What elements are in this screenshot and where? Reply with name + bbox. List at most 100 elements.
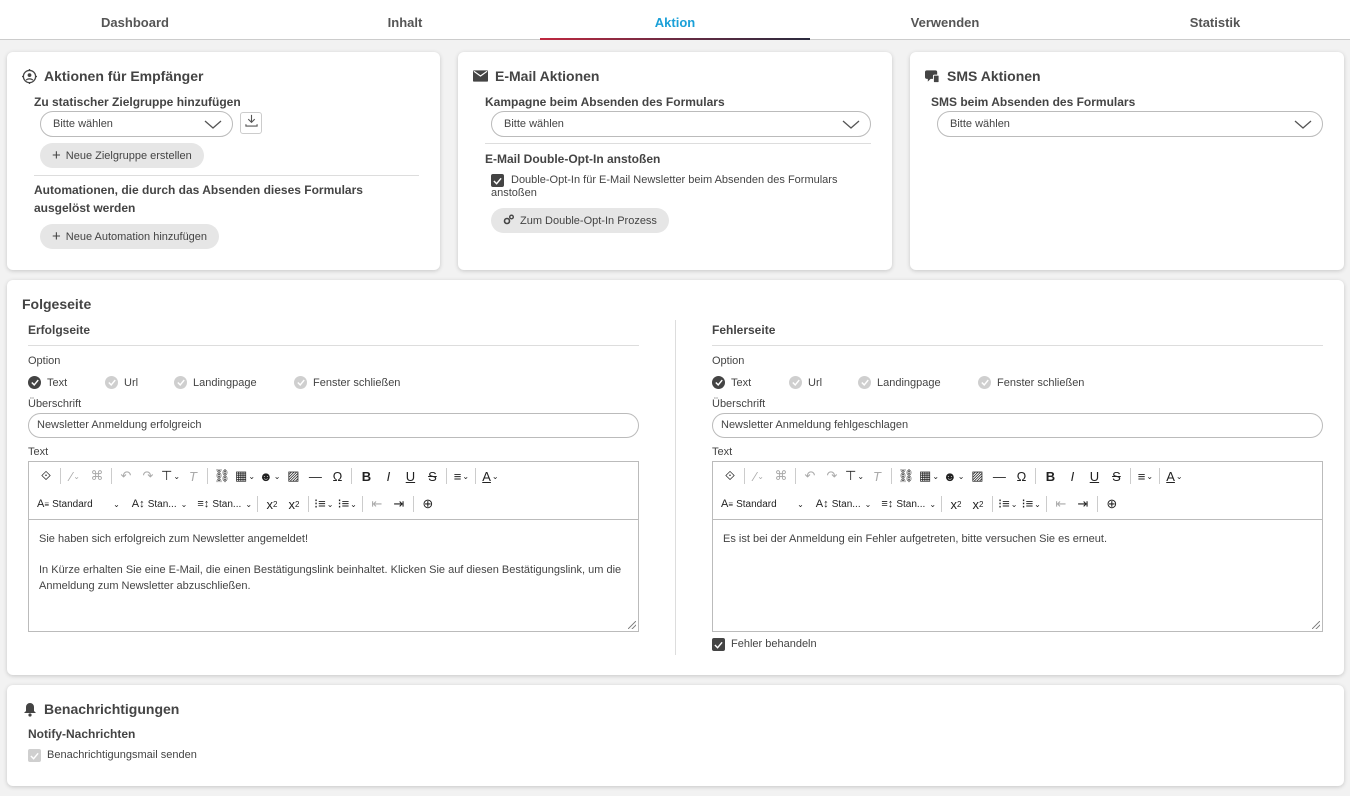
campaign-select-value: Bitte wählen (504, 118, 564, 130)
subscript-icon[interactable]: x2 (261, 493, 283, 515)
bold-icon[interactable]: B (1039, 465, 1061, 487)
italic-icon[interactable]: I (1061, 465, 1083, 487)
tab-aktion[interactable]: Aktion (540, 0, 810, 40)
numbered-list-icon[interactable]: ⁝≡ ⌄ (996, 493, 1019, 515)
new-group-button[interactable]: + Neue Zielgruppe erstellen (40, 143, 204, 168)
strikethrough-icon[interactable]: S (421, 465, 443, 487)
indent-icon[interactable]: ⇥ (388, 493, 410, 515)
sms-title-text: SMS Aktionen (947, 68, 1041, 84)
undo-icon[interactable]: ↶ (115, 465, 137, 487)
italic-icon[interactable]: I (377, 465, 399, 487)
tab-statistik[interactable]: Statistik (1080, 0, 1350, 39)
new-automation-label: Neue Automation hinzufügen (65, 230, 208, 243)
superscript-icon[interactable]: x2 (967, 493, 989, 515)
ai-assist-icon[interactable]: ⟐ (719, 465, 741, 487)
success-title: Erfolgseite (28, 323, 91, 337)
paragraph-style-icon[interactable]: A ≡ Standard ⌄ (35, 493, 122, 515)
download-button[interactable] (240, 112, 262, 134)
indent-icon[interactable]: ⇥ (1072, 493, 1094, 515)
spellcheck-icon[interactable]: ⌘ (86, 465, 108, 487)
editor-toolbar: ⟐ ⁄ ⌄ ⌘ ↶ ↷ ⊤ ⌄ T ⛓ ▦ ⌄ ☻ ⌄ ▨ — Ω B I U S ≡ ⌄… (713, 462, 1322, 520)
error-option-landingpage[interactable]: Landingpage (858, 376, 941, 389)
link-icon[interactable]: ⛓ (211, 465, 233, 487)
subscript-icon[interactable]: x2 (945, 493, 967, 515)
line-height-icon[interactable]: ≡↕ Stan... ⌄ (879, 493, 938, 515)
error-option-text[interactable]: Text (712, 376, 751, 389)
error-option-url[interactable]: Url (789, 376, 822, 389)
campaign-select[interactable]: Bitte wählen (491, 111, 871, 137)
static-group-select[interactable]: Bitte wählen (40, 111, 233, 137)
ai-assist-icon[interactable]: ⟐ (35, 465, 57, 487)
special-char-icon[interactable]: Ω (1010, 465, 1032, 487)
emoji-icon[interactable]: ☻ ⌄ (257, 465, 282, 487)
magic-wand-icon[interactable]: ⁄ ⌄ (748, 465, 770, 487)
tab-inhalt[interactable]: Inhalt (270, 0, 540, 39)
font-color-icon[interactable]: A ⌄ (1163, 465, 1185, 487)
image-icon[interactable]: ▨ (282, 465, 304, 487)
bold-icon[interactable]: B (355, 465, 377, 487)
redo-icon[interactable]: ↷ (137, 465, 159, 487)
error-option-url-label: Url (808, 376, 823, 389)
superscript-icon[interactable]: x2 (283, 493, 305, 515)
success-editor[interactable]: ⟐ ⁄ ⌄ ⌘ ↶ ↷ ⊤ ⌄ T ⛓ ▦ ⌄ ☻ ⌄ ▨ — Ω B I U S ≡ ⌄… (28, 461, 639, 632)
notify-checkbox[interactable] (28, 749, 41, 762)
resize-handle[interactable] (1312, 621, 1320, 629)
placeholder-icon[interactable]: ⊕ (1101, 493, 1123, 515)
success-option-url[interactable]: Url (105, 376, 138, 389)
clear-format-icon[interactable]: T (866, 465, 888, 487)
tab-verwenden[interactable]: Verwenden (810, 0, 1080, 39)
link-icon[interactable]: ⛓ (895, 465, 917, 487)
tab-dashboard[interactable]: Dashboard (0, 0, 270, 39)
numbered-list-icon[interactable]: ⁝≡ ⌄ (312, 493, 335, 515)
paragraph-style-icon[interactable]: A ≡ Standard ⌄ (719, 493, 806, 515)
placeholder-icon[interactable]: ⊕ (417, 493, 439, 515)
success-option-close[interactable]: Fenster schließen (294, 376, 400, 389)
error-editor-content[interactable]: Es ist bei der Anmeldung ein Fehler aufg… (723, 531, 1312, 547)
error-option-close[interactable]: Fenster schließen (978, 376, 1084, 389)
doi-check-label: Double-Opt-In für E-Mail Newsletter beim… (491, 174, 838, 199)
doi-process-button[interactable]: Zum Double-Opt-In Prozess (491, 208, 669, 233)
strikethrough-icon[interactable]: S (1105, 465, 1127, 487)
redo-icon[interactable]: ↷ (821, 465, 843, 487)
error-option-label: Option (712, 355, 745, 367)
format-painter-icon[interactable]: ⊤ ⌄ (159, 465, 182, 487)
editor-toolbar: ⟐ ⁄ ⌄ ⌘ ↶ ↷ ⊤ ⌄ T ⛓ ▦ ⌄ ☻ ⌄ ▨ — Ω B I U S ≡ ⌄… (29, 462, 638, 520)
resize-handle[interactable] (628, 621, 636, 629)
bullet-list-icon[interactable]: ⁝≡ ⌄ (1019, 493, 1042, 515)
underline-icon[interactable]: U (399, 465, 421, 487)
sms-select[interactable]: Bitte wählen (937, 111, 1323, 137)
error-editor[interactable]: ⟐ ⁄ ⌄ ⌘ ↶ ↷ ⊤ ⌄ T ⛓ ▦ ⌄ ☻ ⌄ ▨ — Ω B I U S ≡ ⌄… (712, 461, 1323, 632)
special-char-icon[interactable]: Ω (326, 465, 348, 487)
table-icon[interactable]: ▦ ⌄ (917, 465, 941, 487)
font-size-icon[interactable]: A↕ Stan... ⌄ (130, 493, 190, 515)
format-painter-icon[interactable]: ⊤ ⌄ (843, 465, 866, 487)
doi-label: E-Mail Double-Opt-In anstoßen (485, 152, 661, 166)
magic-wand-icon[interactable]: ⁄ ⌄ (64, 465, 86, 487)
error-option-landingpage-label: Landingpage (877, 376, 941, 389)
clear-format-icon[interactable]: T (182, 465, 204, 487)
new-automation-button[interactable]: + Neue Automation hinzufügen (40, 224, 220, 249)
horizontal-line-icon[interactable]: — (988, 465, 1010, 487)
success-option-landingpage[interactable]: Landingpage (174, 376, 257, 389)
outdent-icon[interactable]: ⇤ (1050, 493, 1072, 515)
image-icon[interactable]: ▨ (966, 465, 988, 487)
underline-icon[interactable]: U (1083, 465, 1105, 487)
handle-errors-checkbox[interactable] (712, 638, 725, 651)
font-color-icon[interactable]: A ⌄ (479, 465, 501, 487)
align-icon[interactable]: ≡ ⌄ (450, 465, 472, 487)
emoji-icon[interactable]: ☻ ⌄ (941, 465, 966, 487)
bullet-list-icon[interactable]: ⁝≡ ⌄ (335, 493, 358, 515)
error-heading-input[interactable]: Newsletter Anmeldung fehlgeschlagen (712, 413, 1323, 438)
success-heading-input[interactable]: Newsletter Anmeldung erfolgreich (28, 413, 639, 438)
line-height-icon[interactable]: ≡↕ Stan... ⌄ (195, 493, 254, 515)
font-size-icon[interactable]: A↕ Stan... ⌄ (814, 493, 874, 515)
horizontal-line-icon[interactable]: — (304, 465, 326, 487)
success-option-text[interactable]: Text (28, 376, 67, 389)
spellcheck-icon[interactable]: ⌘ (770, 465, 792, 487)
success-editor-content[interactable]: Sie haben sich erfolgreich zum Newslette… (39, 531, 628, 594)
table-icon[interactable]: ▦ ⌄ (233, 465, 257, 487)
undo-icon[interactable]: ↶ (799, 465, 821, 487)
outdent-icon[interactable]: ⇤ (366, 493, 388, 515)
email-card: E-Mail Aktionen Kampagne beim Absenden d… (458, 52, 892, 270)
align-icon[interactable]: ≡ ⌄ (1134, 465, 1156, 487)
